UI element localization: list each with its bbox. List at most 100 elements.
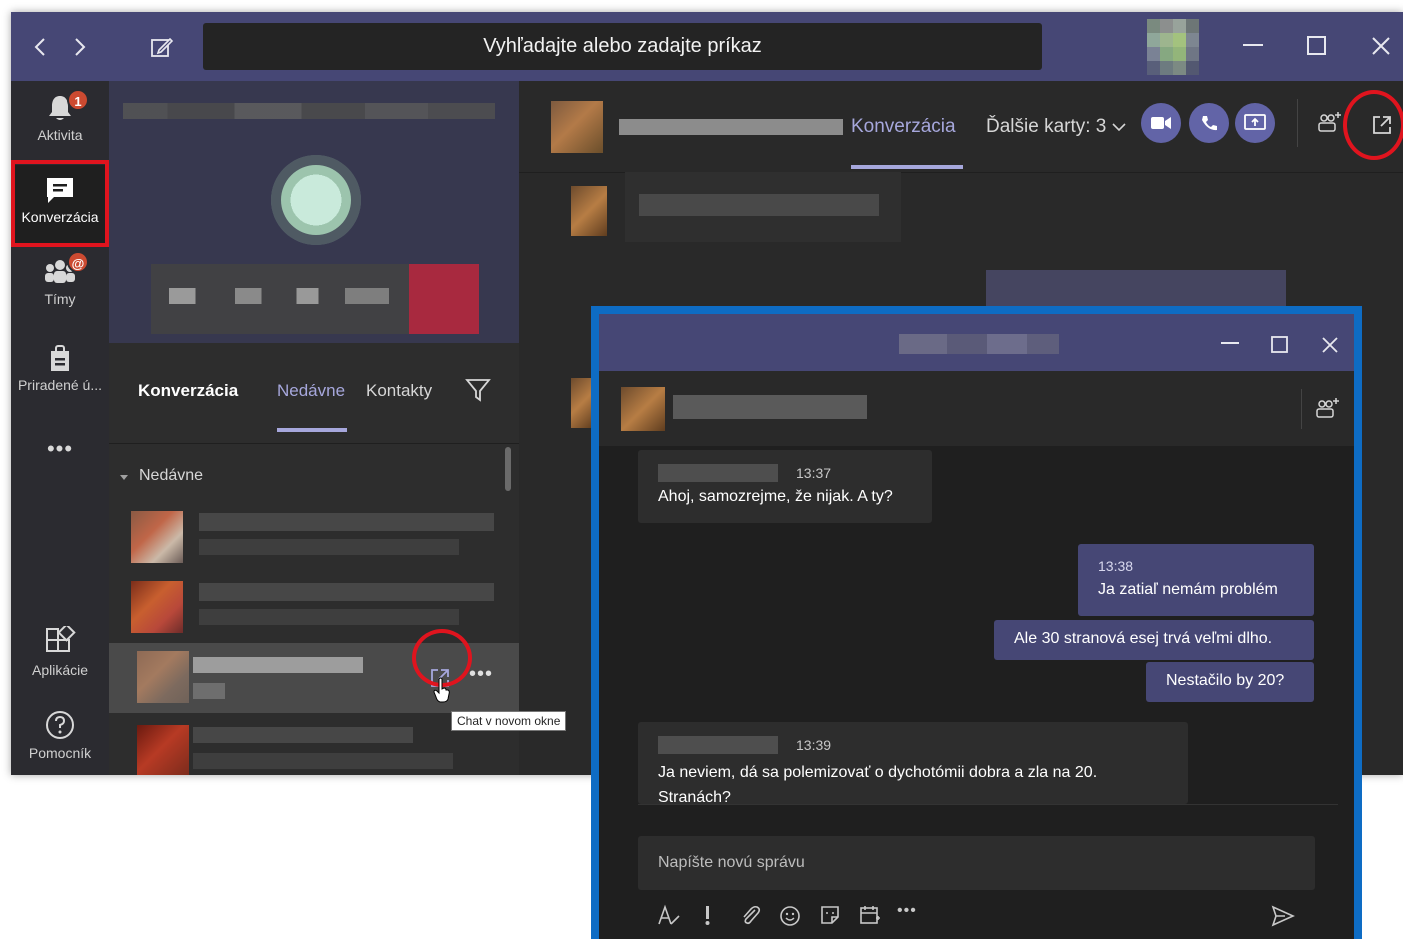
ellipsis-icon[interactable]: •••: [469, 663, 493, 686]
blurred-text: [199, 609, 459, 625]
divider: [109, 443, 519, 444]
avatar: [137, 725, 189, 775]
sticker-icon[interactable]: [819, 904, 843, 928]
tab-active-indicator: [277, 428, 347, 432]
apps-icon: [46, 626, 76, 652]
blurred-message: [625, 172, 901, 242]
blurred-sender: [658, 736, 778, 754]
blurred-text: [639, 194, 879, 216]
rail-item-apps[interactable]: Aplikácie: [11, 626, 109, 678]
maximize-icon[interactable]: [1271, 336, 1289, 354]
video-call-button[interactable]: [1141, 103, 1181, 143]
blurred-text: [193, 657, 363, 673]
blurred-title: [899, 334, 1059, 354]
blurred-message: [986, 270, 1286, 310]
tab-conversation[interactable]: Konverzácia: [851, 116, 956, 138]
close-icon[interactable]: [1371, 36, 1391, 56]
message-time: 13:39: [796, 737, 832, 753]
avatar: [131, 511, 183, 563]
message-text: Ahoj, samozrejme, že nijak. A ty?: [658, 488, 893, 505]
avatar[interactable]: [1147, 19, 1199, 75]
more-tabs-dropdown[interactable]: Ďalšie karty: 3: [986, 116, 1126, 138]
rail-item-assignments[interactable]: Priradené ú...: [11, 343, 109, 393]
search-input[interactable]: Vyhľadajte alebo zadajte príkaz: [203, 23, 1042, 70]
conversation-header: Konverzácia Ďalšie karty: 3: [519, 81, 1403, 173]
blurred-text: [199, 583, 494, 601]
send-icon[interactable]: [1271, 904, 1295, 928]
rail-label: Aplikácie: [31, 662, 89, 678]
rail-label: Priradené ú...: [17, 377, 103, 393]
message-sent[interactable]: Ale 30 stranová esej trvá veľmi dlho.: [994, 620, 1314, 660]
divider: [1301, 389, 1302, 429]
share-screen-icon: [1244, 114, 1266, 130]
list-tabs: Konverzácia Nedávne Kontakty: [109, 361, 519, 433]
blurred-name: [619, 119, 843, 135]
message-received[interactable]: 13:39 Ja neviem, dá sa polemizovať o dyc…: [638, 722, 1188, 804]
tab-recent[interactable]: Nedávne: [277, 381, 345, 401]
chevron-left-icon[interactable]: [31, 36, 49, 58]
blurred-row: [169, 288, 389, 304]
filter-icon[interactable]: [465, 377, 491, 403]
share-screen-button[interactable]: [1235, 103, 1275, 143]
avatar: [137, 651, 189, 703]
compose-input[interactable]: Napíšte novú správu: [638, 836, 1315, 890]
blurred-badge: [409, 264, 479, 334]
message-received[interactable]: 13:37 Ahoj, samozrejme, že nijak. A ty?: [638, 450, 932, 523]
popup-title-bar: [599, 314, 1354, 371]
blurred-text: [199, 539, 459, 555]
compose-icon[interactable]: [150, 35, 174, 59]
close-icon[interactable]: [1321, 336, 1339, 354]
tab-contacts[interactable]: Kontakty: [366, 381, 432, 401]
collapse-icon[interactable]: [119, 474, 129, 482]
avatar: [571, 186, 607, 236]
avatar: [551, 101, 603, 153]
activity-badge: 1: [67, 89, 89, 111]
tooltip: Chat v novom okne: [451, 711, 567, 731]
scrollbar[interactable]: [505, 447, 511, 491]
rail-item-help[interactable]: Pomocník: [11, 709, 109, 761]
rail-label: Tímy: [44, 291, 76, 307]
schedule-icon[interactable]: [859, 904, 883, 928]
blurred-text: [193, 753, 453, 769]
hand-cursor-icon: [433, 677, 450, 703]
chevron-down-icon: [1112, 123, 1126, 132]
add-people-icon[interactable]: [1315, 397, 1341, 421]
screenshot-frame: Vyhľadajte alebo zadajte príkaz 1 Aktivi…: [0, 0, 1403, 939]
minimize-icon[interactable]: [1221, 342, 1239, 346]
add-people-icon[interactable]: [1317, 111, 1343, 135]
minimize-icon[interactable]: [1243, 44, 1263, 48]
avatar: [621, 387, 665, 431]
message-time: 13:38: [1098, 558, 1134, 574]
divider: [1297, 99, 1298, 147]
more-tabs-label: Ďalšie karty: 3: [986, 116, 1107, 137]
message-text: Ja zatiaľ nemám problém: [1098, 581, 1278, 598]
popup-header: [599, 371, 1354, 446]
tab-active-indicator: [851, 165, 963, 169]
message-text: Ja neviem, dá sa polemizovať o dychotómi…: [658, 764, 1098, 804]
list-item[interactable]: [109, 503, 519, 573]
chevron-right-icon[interactable]: [71, 36, 89, 58]
attach-icon[interactable]: [739, 904, 761, 928]
list-title: Konverzácia: [138, 381, 239, 400]
message-text: Nestačilo by 20?: [1166, 672, 1285, 689]
audio-call-button[interactable]: [1189, 103, 1229, 143]
rail-item-teams[interactable]: @ Tímy: [11, 251, 109, 307]
message-sent[interactable]: 13:38 Ja zatiaľ nemám problém: [1078, 544, 1314, 616]
more-apps-icon[interactable]: •••: [11, 436, 109, 462]
blurred-text: [199, 513, 494, 531]
blurred-name: [673, 395, 867, 419]
important-icon[interactable]: [703, 904, 713, 928]
title-bar: Vyhľadajte alebo zadajte príkaz: [11, 12, 1403, 81]
section-recent: Nedávne: [139, 467, 204, 484]
rail-item-activity[interactable]: 1 Aktivita: [11, 89, 109, 143]
emoji-icon[interactable]: [779, 904, 803, 928]
more-icon[interactable]: •••: [897, 902, 917, 920]
rail-label: Aktivita: [37, 127, 83, 143]
format-icon[interactable]: [657, 904, 681, 928]
message-time: 13:37: [796, 465, 832, 481]
video-call-icon: [1151, 117, 1171, 129]
popout-chat-window: 13:37 Ahoj, samozrejme, že nijak. A ty? …: [591, 306, 1362, 939]
message-sent[interactable]: Nestačilo by 20?: [1146, 662, 1314, 702]
maximize-icon[interactable]: [1307, 36, 1327, 56]
avatar: [571, 378, 593, 428]
